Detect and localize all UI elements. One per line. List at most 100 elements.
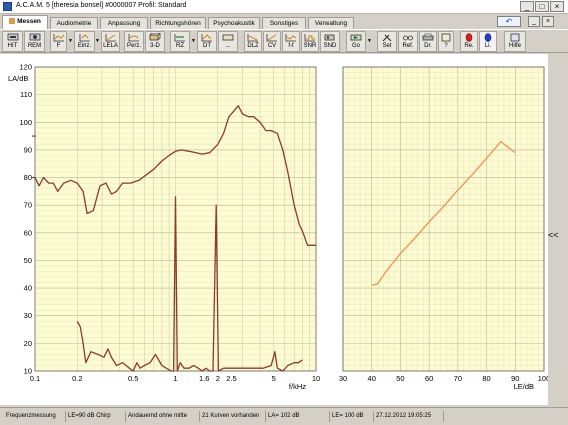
tab-psychoakustik[interactable]: Psychoakustik — [208, 17, 260, 29]
button-label: CV — [267, 43, 277, 49]
panel-close-button[interactable]: × — [542, 16, 554, 27]
left-ear-icon — [484, 33, 492, 42]
y-tick-label: 120 — [19, 63, 32, 72]
y-axis-label: LA/dB — [8, 74, 28, 83]
percentile-button[interactable]: Perz. — [124, 31, 144, 52]
go-dropdown-arrow[interactable]: ▼ — [367, 38, 372, 44]
button-label: DLZ — [247, 43, 259, 49]
tools-icon — [382, 34, 392, 42]
x-tick-label: 70 — [454, 374, 462, 383]
minimize-button[interactable]: _ — [520, 1, 534, 12]
print-button[interactable]: Dr. — [419, 31, 437, 52]
hit-button[interactable]: HIT — [2, 31, 23, 52]
frequency-icon — [53, 34, 64, 42]
settings-button[interactable]: Set — [377, 31, 397, 52]
level-io-chart: 30405060708090100LE/dB — [339, 66, 550, 391]
button-label: f-f — [288, 43, 294, 49]
button-label: SNR — [303, 43, 317, 49]
button-label: Re. — [464, 43, 474, 49]
3d-icon — [149, 33, 161, 41]
y-tick-label: 20 — [24, 339, 32, 348]
x-tick-label: 30 — [339, 374, 347, 383]
y-tick-label: 70 — [24, 201, 32, 210]
x-tick-label: 1.6 — [199, 374, 209, 383]
close-button[interactable]: × — [550, 1, 564, 12]
help-button[interactable]: Hilfe — [504, 31, 526, 52]
rz-dropdown-arrow[interactable]: ▼ — [191, 38, 196, 44]
tab-richtungshoeren[interactable]: Richtungshören — [150, 17, 206, 29]
more-icon — [222, 34, 234, 41]
x-tick-label: 50 — [396, 374, 404, 383]
go-button[interactable]: Go — [346, 31, 366, 52]
status-stimulus: LE=90 dB Chirp — [66, 411, 126, 422]
left-ear-button[interactable]: Li. — [479, 31, 497, 52]
status-le-level: LE= 100 dB — [330, 411, 374, 422]
question-button[interactable]: ? — [438, 31, 454, 52]
tab-sonstiges[interactable]: Sonstiges — [262, 17, 306, 29]
lela-icon — [105, 34, 116, 42]
button-label: Go — [351, 43, 360, 49]
tab-audiometrie[interactable]: Audiometrie — [50, 17, 98, 29]
window-titlebar: A.C.A.M. 5 [theresia bonsel] #0000007 Pr… — [0, 0, 568, 14]
tab-messen[interactable]: Messen — [2, 15, 48, 29]
side-panel-toggle[interactable]: << — [548, 230, 559, 240]
tab-verwaltung[interactable]: Verwaltung — [308, 17, 354, 29]
button-label: ... — [225, 43, 231, 49]
dlz-icon — [247, 34, 258, 42]
back-button[interactable]: ↶ — [497, 16, 521, 27]
measure-icon — [9, 18, 16, 25]
main-tab-bar: Messen Audiometrie Anpassung Richtungshö… — [0, 15, 568, 29]
app-logo-icon — [3, 2, 12, 11]
y-tick-label: 30 — [24, 311, 32, 320]
statusbar: Frequenzmessung LE=90 dB Chirp Andauernd… — [0, 407, 568, 425]
single-dropdown-arrow[interactable]: ▼ — [95, 38, 100, 44]
cv-icon — [266, 34, 277, 42]
x-tick-label: 1 — [173, 374, 177, 383]
toolbar: HIT REM F ▼ Einz. ▼ LELA Perz. 3-D RZ ▼ … — [0, 29, 568, 53]
tab-label: Verwaltung — [314, 20, 348, 27]
x-axis-label: f/kHz — [289, 382, 306, 391]
rem-icon — [29, 33, 40, 41]
single-button[interactable]: Einz. — [74, 31, 95, 52]
panel-minimize-button[interactable]: _ — [528, 16, 540, 27]
y-tick-label: 50 — [24, 256, 32, 265]
button-label: SND — [323, 43, 337, 49]
rem-button[interactable]: REM — [24, 31, 45, 52]
hit-icon — [7, 33, 18, 41]
tab-anpassung[interactable]: Anpassung — [100, 17, 148, 29]
x-tick-label: 60 — [425, 374, 433, 383]
printer-icon — [422, 33, 434, 41]
button-label: DT — [203, 43, 211, 49]
3d-button[interactable]: 3-D — [145, 31, 165, 52]
snd-button[interactable]: SND — [320, 31, 340, 52]
more-button[interactable]: ... — [218, 31, 238, 52]
cv-button[interactable]: CV — [263, 31, 281, 52]
snr-button[interactable]: SNR — [301, 31, 319, 52]
help-question-icon — [441, 33, 451, 42]
tab-label: Anpassung — [107, 20, 141, 27]
status-datetime: 27.12.2012 19:05:25 — [374, 411, 444, 422]
window-title: A.C.A.M. 5 [theresia bonsel] #0000007 Pr… — [16, 2, 187, 9]
frequency-dropdown-arrow[interactable]: ▼ — [68, 38, 73, 44]
x-tick-label: 0.5 — [128, 374, 138, 383]
dt-icon — [201, 34, 212, 42]
right-ear-button[interactable]: Re. — [460, 31, 478, 52]
lela-button[interactable]: LELA — [101, 31, 120, 52]
rz-button[interactable]: RZ — [170, 31, 190, 52]
x-tick-label: 100 — [538, 374, 548, 383]
dt-button[interactable]: DT — [197, 31, 217, 52]
frequency-response-chart: 10 20 30 40 50 60 70 80 90 100 110 120 0.1 0.2 0.5 1 1.6… — [8, 63, 320, 392]
button-label: Perz. — [126, 43, 141, 49]
button-label: Einz. — [77, 43, 92, 49]
dlz-button[interactable]: DLZ — [244, 31, 262, 52]
y-tick-label: 40 — [24, 284, 32, 293]
button-label: REM — [27, 43, 42, 49]
button-label: Set — [382, 43, 392, 49]
x-tick-label: 0.2 — [72, 374, 82, 383]
maximize-button[interactable]: □ — [535, 1, 549, 12]
button-label: LELA — [103, 43, 118, 49]
reference-button[interactable]: Ref. — [398, 31, 418, 52]
ff-button[interactable]: f-f — [282, 31, 300, 52]
x-tick-label: 2.5 — [226, 374, 236, 383]
frequency-button[interactable]: F — [50, 31, 67, 52]
